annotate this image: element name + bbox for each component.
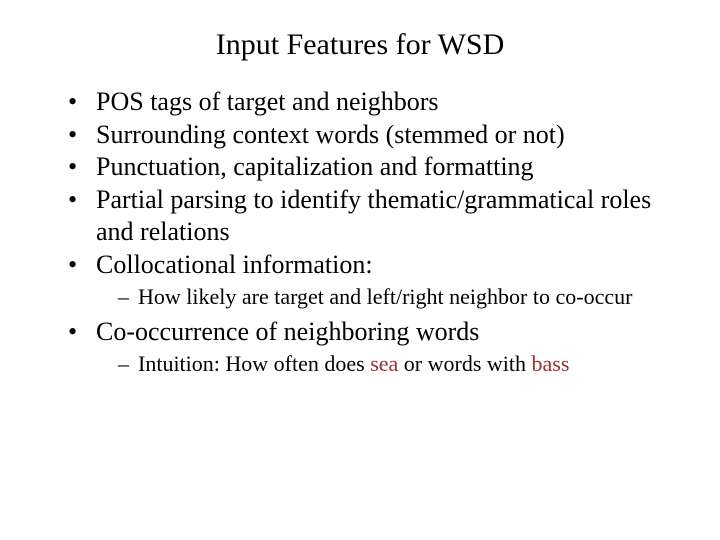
bullet-text: Co-occurrence of neighboring words <box>96 317 479 346</box>
sub-list-item: Intuition: How often does sea or words w… <box>118 350 680 379</box>
highlight-word: bass <box>532 351 570 376</box>
bullet-text: Punctuation, capitalization and formatti… <box>96 152 534 181</box>
sub-bullet-text-part: or words with <box>398 351 531 376</box>
bullet-list: POS tags of target and neighbors Surroun… <box>40 86 680 379</box>
sub-list: Intuition: How often does sea or words w… <box>96 350 680 379</box>
bullet-text: Collocational information: <box>96 250 373 279</box>
list-item: POS tags of target and neighbors <box>68 86 680 119</box>
bullet-text: POS tags of target and neighbors <box>96 87 439 116</box>
sub-list: How likely are target and left/right nei… <box>96 283 680 312</box>
slide-title: Input Features for WSD <box>40 28 680 62</box>
highlight-word: sea <box>370 351 398 376</box>
sub-bullet-text: How likely are target and left/right nei… <box>138 284 632 309</box>
list-item: Partial parsing to identify thematic/gra… <box>68 184 680 249</box>
list-item: Surrounding context words (stemmed or no… <box>68 119 680 152</box>
sub-bullet-text-part: Intuition: How often does <box>138 351 370 376</box>
list-item: Collocational information: How likely ar… <box>68 249 680 312</box>
list-item: Co-occurrence of neighboring words Intui… <box>68 316 680 379</box>
slide: Input Features for WSD POS tags of targe… <box>0 0 720 540</box>
sub-list-item: How likely are target and left/right nei… <box>118 283 680 312</box>
bullet-text: Partial parsing to identify thematic/gra… <box>96 185 651 247</box>
bullet-text: Surrounding context words (stemmed or no… <box>96 120 565 149</box>
list-item: Punctuation, capitalization and formatti… <box>68 151 680 184</box>
